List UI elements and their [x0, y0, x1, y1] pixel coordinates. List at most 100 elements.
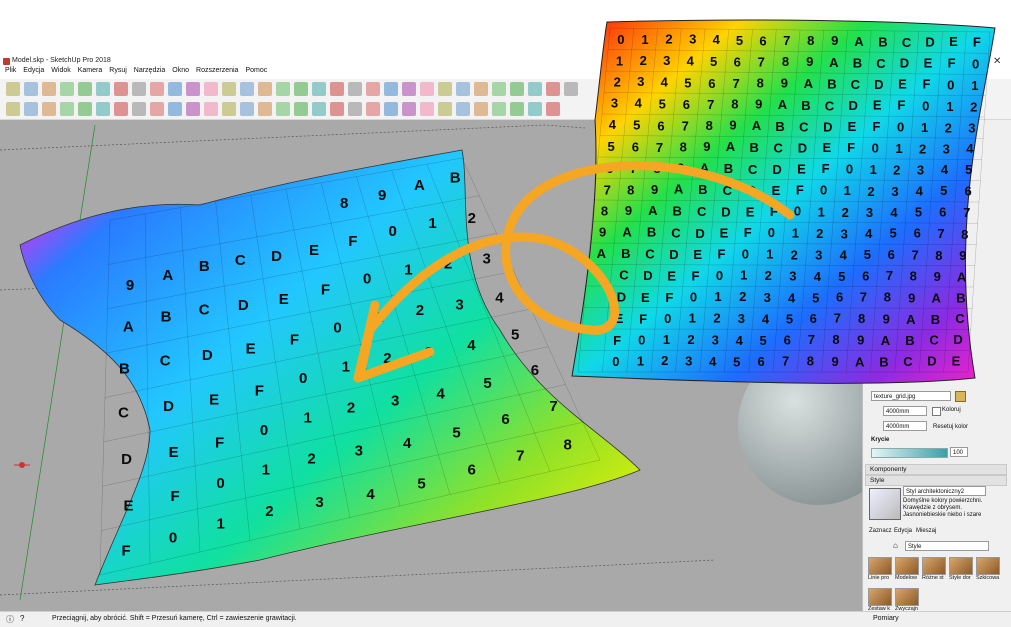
menu-item[interactable]: Kamera	[78, 67, 103, 74]
toolbar-button[interactable]	[348, 102, 362, 116]
toolbar-button[interactable]	[420, 82, 434, 96]
texture-file-field[interactable]: texture_grid.jpg	[871, 391, 951, 401]
toolbar-button[interactable]	[276, 82, 290, 96]
toolbar-button[interactable]	[258, 82, 272, 96]
style-thumbnail[interactable]: Różne st	[922, 557, 946, 585]
texture-height-field[interactable]: 4000mm	[883, 421, 927, 431]
toolbar-button[interactable]	[186, 82, 200, 96]
style-thumbnail-image	[868, 588, 892, 606]
toolbar-button[interactable]	[384, 82, 398, 96]
menu-item[interactable]: Narzędzia	[134, 67, 166, 74]
tab-mix[interactable]: Mieszaj	[916, 528, 936, 534]
toolbar-button[interactable]	[240, 82, 254, 96]
toolbar-button[interactable]	[204, 102, 218, 116]
toolbar-button[interactable]	[114, 82, 128, 96]
style-thumbnail[interactable]: Szkicowa	[976, 557, 1000, 585]
toolbar-button[interactable]	[132, 102, 146, 116]
toolbar-button[interactable]	[78, 82, 92, 96]
opacity-field[interactable]: 100	[950, 447, 968, 457]
info-icon[interactable]: ⓘ	[6, 614, 14, 625]
toolbar-button[interactable]	[60, 102, 74, 116]
toolbar-button[interactable]	[492, 102, 506, 116]
opacity-slider[interactable]	[871, 448, 948, 458]
toolbar-button[interactable]	[42, 82, 56, 96]
style-thumbnail-image	[976, 557, 1000, 575]
toolbar-button[interactable]	[312, 82, 326, 96]
toolbar-button[interactable]	[510, 82, 524, 96]
toolbar-button[interactable]	[348, 82, 362, 96]
menu-item[interactable]: Edycja	[23, 67, 44, 74]
status-hint: Przeciągnij, aby obrócić. Shift = Przesu…	[52, 615, 297, 622]
style-collection-dropdown[interactable]: Style	[905, 541, 989, 551]
colorize-checkbox[interactable]	[932, 407, 941, 416]
opacity-label: Krycie	[871, 437, 889, 443]
style-thumbnail-image	[895, 557, 919, 575]
menu-item[interactable]: Widok	[51, 67, 70, 74]
toolbar-button[interactable]	[438, 102, 452, 116]
toolbar-button[interactable]	[528, 82, 542, 96]
texture-width-field[interactable]: 4000mm	[883, 406, 927, 416]
toolbar-button[interactable]	[474, 102, 488, 116]
menu-item[interactable]: Plik	[5, 67, 16, 74]
style-thumbnail[interactable]: Style dor	[949, 557, 973, 585]
toolbar-button[interactable]	[150, 102, 164, 116]
reset-color-label[interactable]: Resetuj kolor	[933, 424, 968, 430]
toolbar-button[interactable]	[474, 82, 488, 96]
style-thumbnail[interactable]: Modelow	[895, 557, 919, 585]
style-thumbnail[interactable]: Linie pro	[868, 557, 892, 585]
toolbar-button[interactable]	[438, 82, 452, 96]
toolbar-button[interactable]	[186, 102, 200, 116]
toolbar-button[interactable]	[528, 102, 542, 116]
toolbar-button[interactable]	[168, 102, 182, 116]
toolbar-button[interactable]	[546, 102, 560, 116]
styles-panel-header[interactable]: Style	[865, 475, 1007, 486]
help-icon[interactable]: ?	[20, 614, 24, 623]
toolbar-button[interactable]	[294, 102, 308, 116]
toolbar-button[interactable]	[402, 102, 416, 116]
toolbar-button[interactable]	[384, 102, 398, 116]
tab-select[interactable]: Zaznacz	[869, 528, 892, 534]
toolbar-button[interactable]	[24, 82, 38, 96]
toolbar-button[interactable]	[510, 102, 524, 116]
toolbar-button[interactable]	[60, 82, 74, 96]
toolbar-button[interactable]	[456, 102, 470, 116]
toolbar-button[interactable]	[78, 102, 92, 116]
menu-item[interactable]: Pomoc	[245, 67, 267, 74]
toolbar-button[interactable]	[546, 82, 560, 96]
toolbar-button[interactable]	[330, 82, 344, 96]
menu-item[interactable]: Okno	[172, 67, 189, 74]
toolbar-button[interactable]	[330, 102, 344, 116]
toolbar-button[interactable]	[312, 102, 326, 116]
toolbar-button[interactable]	[132, 82, 146, 96]
style-name-field[interactable]: Styl architektoniczny2	[903, 486, 986, 496]
toolbar-button[interactable]	[258, 102, 272, 116]
toolbar-button[interactable]	[456, 82, 470, 96]
toolbar-button[interactable]	[294, 82, 308, 96]
toolbar-button[interactable]	[114, 102, 128, 116]
toolbar-button[interactable]	[276, 102, 290, 116]
tab-edit[interactable]: Edycja	[894, 528, 912, 534]
toolbar-button[interactable]	[420, 102, 434, 116]
toolbar-button[interactable]	[150, 82, 164, 96]
home-icon[interactable]: ⌂	[893, 541, 898, 550]
toolbar-button[interactable]	[96, 102, 110, 116]
toolbar-button[interactable]	[492, 82, 506, 96]
toolbar-button[interactable]	[204, 82, 218, 96]
menu-item[interactable]: Rysuj	[109, 67, 127, 74]
toolbar-button[interactable]	[42, 102, 56, 116]
folder-icon[interactable]	[955, 391, 966, 402]
components-panel-header[interactable]: Komponenty	[865, 464, 1007, 475]
toolbar-button[interactable]	[366, 82, 380, 96]
toolbar-button[interactable]	[6, 82, 20, 96]
menu-item[interactable]: Rozszerzenia	[196, 67, 238, 74]
toolbar-button[interactable]	[402, 82, 416, 96]
toolbar-button[interactable]	[24, 102, 38, 116]
toolbar-button[interactable]	[222, 82, 236, 96]
toolbar-button[interactable]	[222, 102, 236, 116]
measurements-label: Pomiary	[873, 615, 899, 622]
toolbar-button[interactable]	[240, 102, 254, 116]
toolbar-button[interactable]	[168, 82, 182, 96]
toolbar-button[interactable]	[6, 102, 20, 116]
toolbar-button[interactable]	[366, 102, 380, 116]
toolbar-button[interactable]	[96, 82, 110, 96]
